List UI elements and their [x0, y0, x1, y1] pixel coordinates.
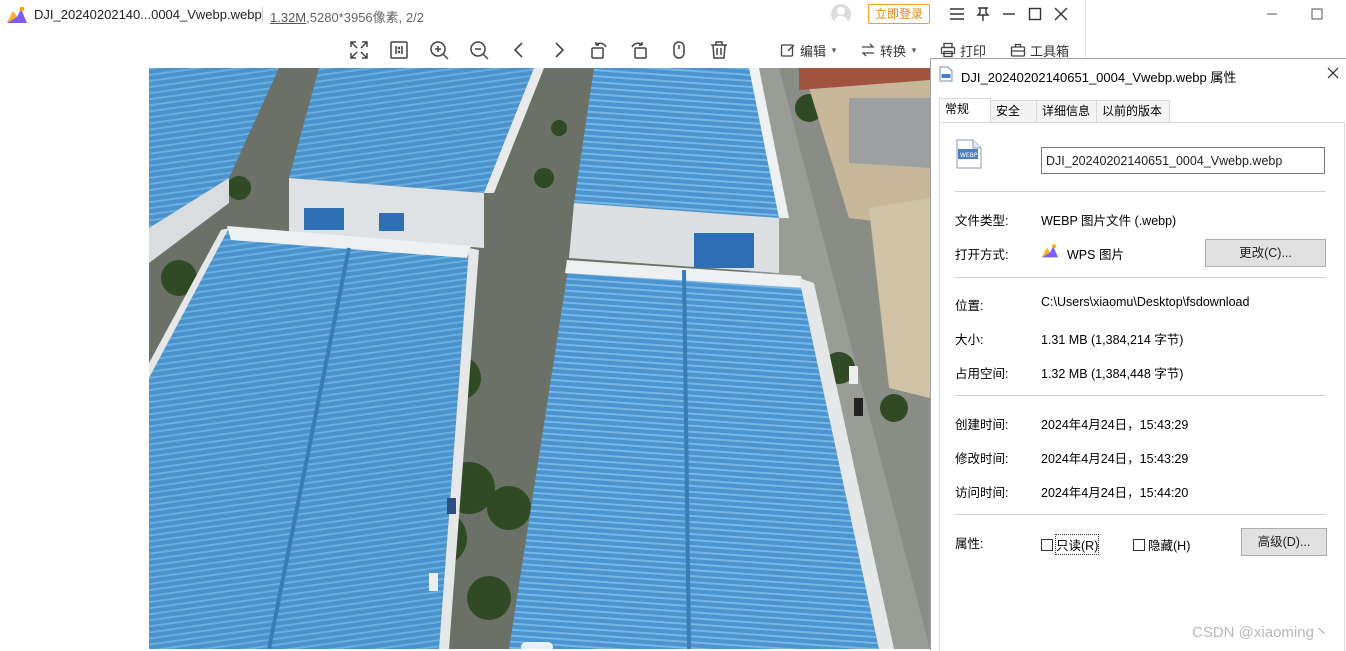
- checkbox-box[interactable]: [1133, 538, 1145, 551]
- divider: [955, 395, 1326, 396]
- tab-panel-general: [939, 122, 1345, 651]
- pin-icon[interactable]: [971, 3, 995, 25]
- properties-dialog: DJI_20240202140651_0004_Vwebp.webp 属性 常规…: [930, 58, 1346, 651]
- menu-icon[interactable]: [945, 3, 969, 25]
- zoom-out-icon[interactable]: [467, 38, 491, 62]
- fit-screen-icon[interactable]: [347, 38, 371, 62]
- next-icon[interactable]: [547, 38, 571, 62]
- avatar[interactable]: [831, 4, 851, 24]
- created-label: 创建时间:: [955, 418, 1009, 432]
- accessed-value: 2024年4月24日，15:44:20: [1041, 486, 1189, 500]
- delete-icon[interactable]: [707, 38, 731, 62]
- readonly-checkbox[interactable]: 只读(R): [1041, 534, 1100, 555]
- location-value: C:\Users\xiaomu\Desktop\fsdownload: [1041, 295, 1250, 309]
- file-meta: 1.32M,5280*3956像素, 2/2: [270, 7, 424, 26]
- edit-icon: [780, 44, 795, 57]
- hidden-checkbox[interactable]: 隐藏(H): [1133, 535, 1190, 554]
- divider: [955, 191, 1326, 192]
- toolbox-label: 工具箱: [1030, 43, 1070, 59]
- created-value: 2024年4月24日，15:43:29: [1041, 418, 1189, 432]
- photo-canvas[interactable]: [149, 68, 930, 649]
- zoom-in-icon[interactable]: [427, 38, 451, 62]
- tab-general[interactable]: 常规: [939, 98, 991, 122]
- wps-picture-logo-icon: [1042, 244, 1058, 258]
- hidden-label: 隐藏(H): [1148, 539, 1191, 553]
- chevron-down-icon: ▼: [910, 45, 918, 55]
- readonly-label: 只读(R): [1054, 534, 1100, 555]
- checkbox-box[interactable]: [1041, 538, 1053, 551]
- chevron-down-icon: ▼: [830, 45, 838, 55]
- edit-menu[interactable]: 编辑 ▼: [780, 41, 838, 59]
- print-icon: [940, 42, 956, 58]
- viewer-titlebar: DJI_20240202140...0004_Vwebp.webp 1.32M,…: [0, 0, 1085, 30]
- attributes-label: 属性:: [955, 537, 984, 551]
- change-button[interactable]: 更改(C)...: [1205, 239, 1326, 267]
- tab-details[interactable]: 详细信息: [1036, 100, 1098, 122]
- disk-size-value: 1.32 MB (1,384,448 字节): [1041, 367, 1184, 381]
- open-with-value: WPS 图片: [1067, 248, 1124, 262]
- page-index: , 2/2: [398, 10, 424, 25]
- toolbox-icon: [1010, 43, 1026, 57]
- file-icon: [939, 66, 953, 82]
- file-dimensions: ,5280*3956像素: [306, 10, 399, 25]
- rotate-left-icon[interactable]: [587, 38, 611, 62]
- minimize-icon[interactable]: [997, 3, 1021, 25]
- open-with-label: 打开方式:: [955, 248, 1009, 262]
- minimize-icon[interactable]: [1266, 8, 1278, 23]
- file-title: DJI_20240202140...0004_Vwebp.webp: [34, 7, 262, 22]
- modified-value: 2024年4月24日，15:43:29: [1041, 452, 1189, 466]
- convert-icon: [861, 43, 875, 57]
- edit-label: 编辑: [800, 43, 827, 59]
- svg-text:WEBP: WEBP: [960, 152, 978, 159]
- size-label: 大小:: [955, 333, 984, 347]
- file-size-link[interactable]: 1.32M: [270, 10, 306, 25]
- location-label: 位置:: [955, 299, 984, 313]
- convert-menu[interactable]: 转换 ▼: [860, 41, 918, 59]
- print-button[interactable]: 打印: [940, 41, 986, 59]
- maximize-icon[interactable]: [1311, 8, 1323, 23]
- title-divider: [262, 7, 263, 23]
- close-icon[interactable]: [1325, 65, 1341, 81]
- canvas-margin: [0, 68, 149, 649]
- login-button[interactable]: 立即登录: [868, 4, 930, 24]
- actual-size-icon[interactable]: [387, 38, 411, 62]
- size-value: 1.31 MB (1,384,214 字节): [1041, 333, 1184, 347]
- background-window: [1085, 0, 1346, 58]
- wps-picture-logo-icon: [7, 6, 27, 23]
- convert-label: 转换: [880, 43, 907, 59]
- rotate-right-icon[interactable]: [627, 38, 651, 62]
- maximize-icon[interactable]: [1023, 3, 1047, 25]
- divider: [955, 277, 1326, 278]
- divider: [955, 514, 1326, 515]
- previous-icon[interactable]: [507, 38, 531, 62]
- webp-file-icon: WEBP: [956, 139, 982, 169]
- tab-previous-versions[interactable]: 以前的版本: [1096, 100, 1170, 122]
- viewer-toolbar: [0, 30, 1085, 68]
- tab-security[interactable]: 安全: [990, 100, 1038, 122]
- filename-field[interactable]: DJI_20240202140651_0004_Vwebp.webp: [1041, 147, 1325, 174]
- accessed-label: 访问时间:: [955, 486, 1009, 500]
- print-label: 打印: [960, 43, 987, 59]
- disk-size-label: 占用空间:: [955, 367, 1009, 381]
- close-icon[interactable]: [1049, 3, 1073, 25]
- watermark: CSDN @xiaoming丶: [1192, 624, 1329, 641]
- dialog-title: DJI_20240202140651_0004_Vwebp.webp 属性: [961, 70, 1237, 85]
- file-type-value: WEBP 图片文件 (.webp): [1041, 214, 1177, 228]
- modified-label: 修改时间:: [955, 452, 1009, 466]
- mouse-icon[interactable]: [667, 38, 691, 62]
- file-type-label: 文件类型:: [955, 214, 1009, 228]
- toolbox-button[interactable]: 工具箱: [1010, 41, 1069, 59]
- advanced-button[interactable]: 高级(D)...: [1241, 528, 1327, 556]
